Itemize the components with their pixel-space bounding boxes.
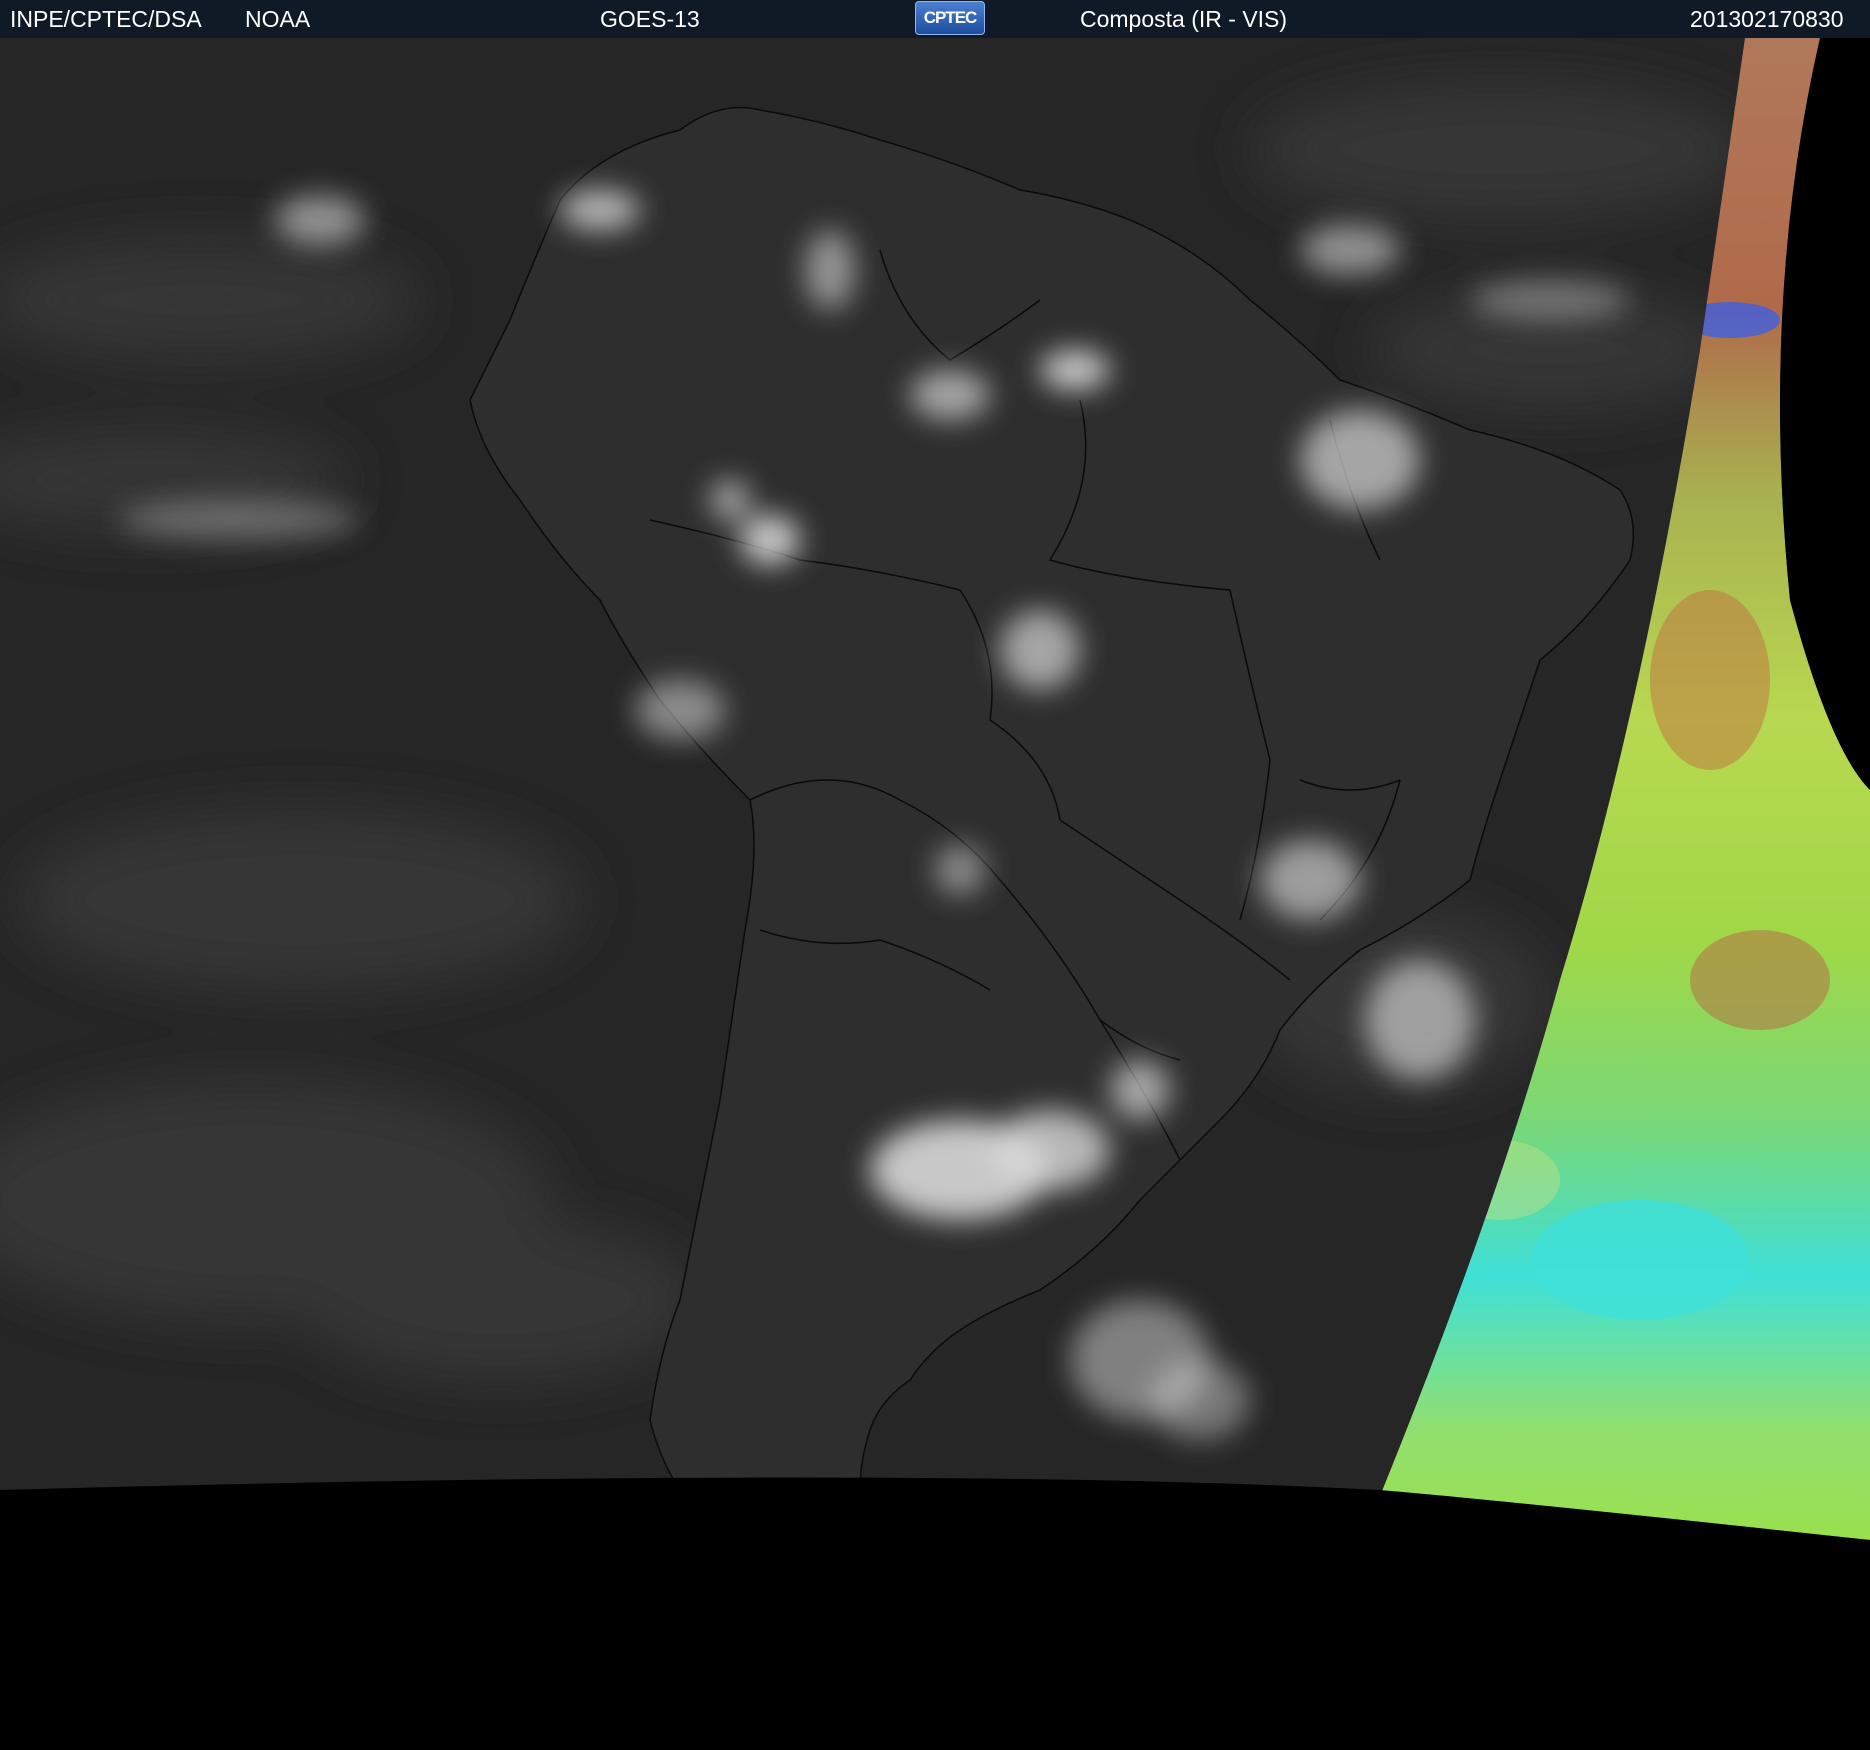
satellite-image-frame: INPE/CPTEC/DSA NOAA GOES-13 CPTEC Compos…	[0, 0, 1870, 1750]
header-bar: INPE/CPTEC/DSA NOAA GOES-13 CPTEC Compos…	[0, 0, 1870, 38]
cptec-logo: CPTEC	[915, 1, 985, 35]
header-agency-label: NOAA	[245, 6, 311, 32]
header-product-label: Composta (IR - VIS)	[1080, 6, 1288, 32]
header-org-label: INPE/CPTEC/DSA	[10, 6, 202, 32]
header-timestamp-label: 201302170830	[1690, 6, 1844, 32]
header-satellite-label: GOES-13	[600, 6, 700, 32]
cptec-logo-text: CPTEC	[923, 8, 978, 27]
satellite-map	[0, 38, 1870, 1750]
